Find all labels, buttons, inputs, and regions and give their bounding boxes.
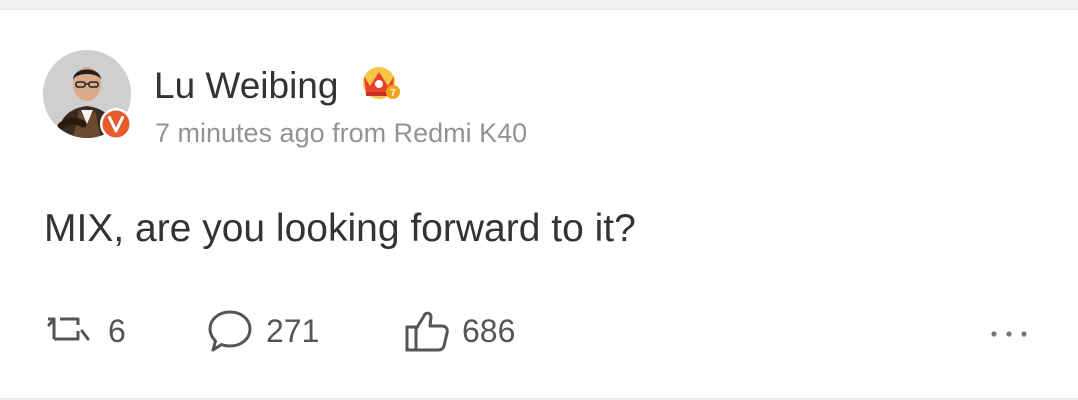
comment-count: 271 xyxy=(266,313,320,349)
post-meta: 7 minutes ago from Redmi K40 xyxy=(155,118,528,148)
verified-v-badge-icon xyxy=(100,108,132,140)
repost-count: 6 xyxy=(108,313,126,349)
post-text: MIX, are you looking forward to it? xyxy=(44,207,636,250)
crown-badge-icon[interactable]: 7 xyxy=(358,62,404,104)
crown-badge-level: 7 xyxy=(390,88,396,99)
repost-icon xyxy=(47,317,90,341)
repost-button[interactable]: 6 xyxy=(40,308,126,354)
author-avatar[interactable] xyxy=(43,50,133,140)
comment-button[interactable]: 271 xyxy=(206,308,319,354)
more-dots-icon[interactable] xyxy=(988,324,1030,344)
like-count: 686 xyxy=(462,313,516,349)
thumbs-up-icon xyxy=(405,311,449,352)
weibo-post-card: Lu Weibing 7 7 minutes ago from Redmi K4… xyxy=(0,9,1078,399)
author-name[interactable]: Lu Weibing xyxy=(154,64,338,108)
comment-icon xyxy=(208,310,252,352)
like-button[interactable]: 686 xyxy=(404,308,515,354)
